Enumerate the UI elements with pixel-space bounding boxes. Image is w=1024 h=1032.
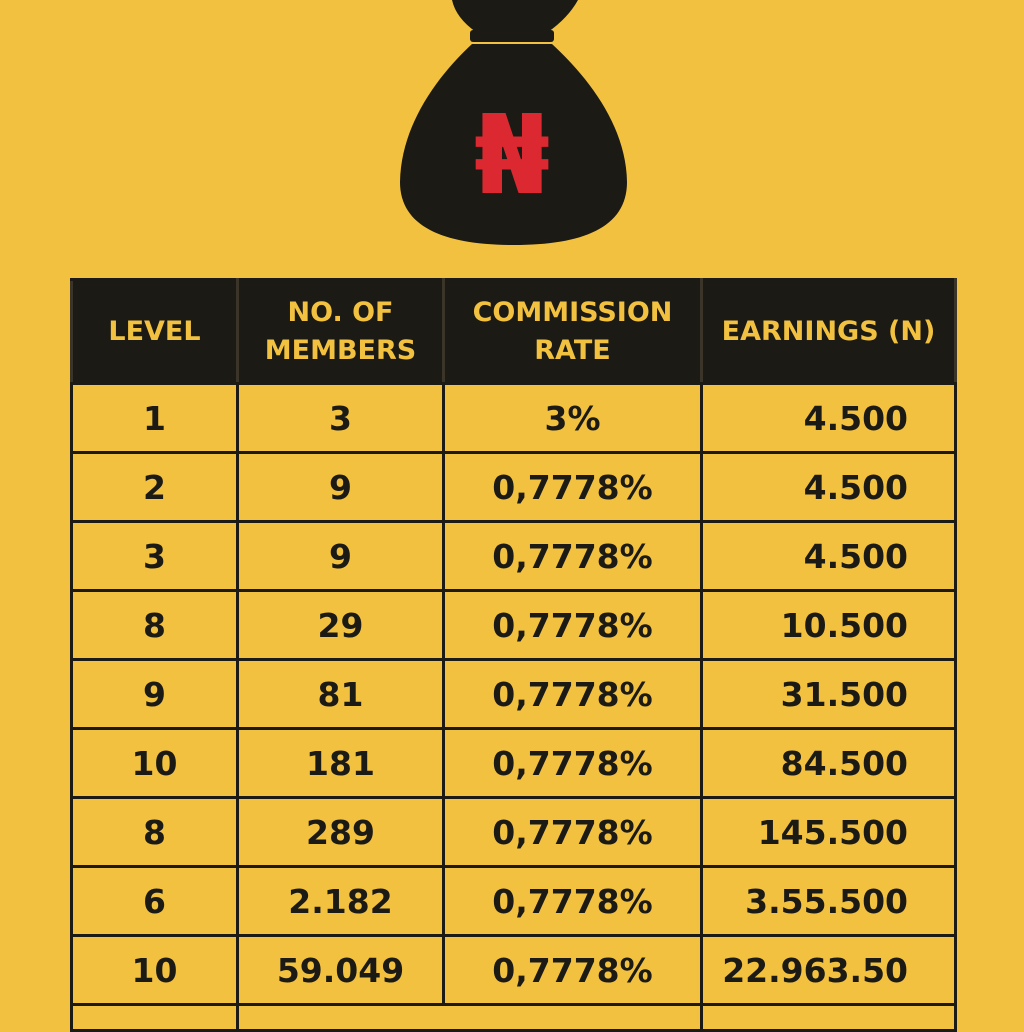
table-row: 2 9 0,7778% 4.500 bbox=[70, 451, 957, 523]
cell-earnings: 84.500 bbox=[700, 727, 957, 799]
header-level-line: LEVEL bbox=[108, 315, 201, 347]
cell-members: 59.049 bbox=[236, 934, 445, 1006]
cell-level: 1 bbox=[70, 382, 239, 454]
table-row-cutoff bbox=[70, 1003, 957, 1031]
table-row: 10 59.049 0,7778% 22.963.50 bbox=[70, 934, 957, 1006]
cell-commission-rate: 3% bbox=[442, 382, 703, 454]
cell-level: 3 bbox=[70, 520, 239, 592]
cell-earnings: 4.500 bbox=[700, 382, 957, 454]
cell-earnings: 4.500 bbox=[700, 520, 957, 592]
cell-level: 8 bbox=[70, 796, 239, 868]
cell-members: 181 bbox=[236, 727, 445, 799]
header-commission-rate-line: RATE bbox=[534, 334, 611, 366]
cell-commission-rate: 0,7778% bbox=[442, 520, 703, 592]
cell-level: 10 bbox=[70, 727, 239, 799]
cell-earnings: 22.963.50 bbox=[700, 934, 957, 1006]
cell-commission-rate: 0,7778% bbox=[442, 727, 703, 799]
cell-members: 289 bbox=[236, 796, 445, 868]
header-commission-rate-line: COMMISSION bbox=[472, 297, 673, 329]
cell-earnings: 3.55.500 bbox=[700, 865, 957, 937]
cell-level: 8 bbox=[70, 589, 239, 661]
cell-level: 6 bbox=[70, 865, 239, 937]
header-members: NO. OF MEMBERS bbox=[236, 278, 445, 385]
cell-members: 29 bbox=[236, 589, 445, 661]
naira-symbol: ₦ bbox=[474, 91, 551, 219]
cell-commission-rate: 0,7778% bbox=[442, 934, 703, 1006]
table-header-row: LEVEL NO. OF MEMBERS COMMISSION RATE EARNINGS… bbox=[70, 278, 957, 385]
empty-cell bbox=[70, 1003, 239, 1031]
header-members-line: NO. OF bbox=[287, 297, 394, 329]
cell-members: 9 bbox=[236, 520, 445, 592]
table-row: 9 81 0,7778% 31.500 bbox=[70, 658, 957, 730]
cell-members: 9 bbox=[236, 451, 445, 523]
cell-members: 81 bbox=[236, 658, 445, 730]
cell-level: 2 bbox=[70, 451, 239, 523]
empty-cell bbox=[237, 1003, 444, 1031]
cell-members: 3 bbox=[236, 382, 445, 454]
header-earnings: EARNINGS (N) bbox=[700, 278, 957, 385]
bag-neck bbox=[470, 30, 554, 42]
cell-level: 10 bbox=[70, 934, 239, 1006]
bag-knot bbox=[452, 0, 578, 32]
table-row: 6 2.182 0,7778% 3.55.500 bbox=[70, 865, 957, 937]
header-members-line: MEMBERS bbox=[264, 334, 417, 366]
cell-earnings: 145.500 bbox=[700, 796, 957, 868]
header-earnings-line: EARNINGS (N) bbox=[721, 315, 936, 347]
table-body: 1 3 3% 4.500 2 9 0,7778% 4.500 3 9 0,7778% 4.500 8 29… bbox=[70, 382, 957, 1031]
cell-commission-rate: 0,7778% bbox=[442, 589, 703, 661]
cell-commission-rate: 0,7778% bbox=[442, 451, 703, 523]
table-row: 1 3 3% 4.500 bbox=[70, 382, 957, 454]
cell-level: 9 bbox=[70, 658, 239, 730]
cell-commission-rate: 0,7778% bbox=[442, 796, 703, 868]
table-row: 8 29 0,7778% 10.500 bbox=[70, 589, 957, 661]
empty-cell bbox=[443, 1003, 702, 1031]
cell-earnings: 10.500 bbox=[700, 589, 957, 661]
table-row: 3 9 0,7778% 4.500 bbox=[70, 520, 957, 592]
table-row: 8 289 0,7778% 145.500 bbox=[70, 796, 957, 868]
empty-cell bbox=[700, 1003, 957, 1031]
table-row: 10 181 0,7778% 84.500 bbox=[70, 727, 957, 799]
naira-money-bag-icon: ₦ bbox=[400, 0, 627, 245]
header-commission-rate: COMMISSION RATE bbox=[442, 278, 703, 385]
cell-members: 2.182 bbox=[236, 865, 445, 937]
cell-commission-rate: 0,7778% bbox=[442, 865, 703, 937]
cell-earnings: 31.500 bbox=[700, 658, 957, 730]
cell-earnings: 4.500 bbox=[700, 451, 957, 523]
commission-table: LEVEL NO. OF MEMBERS COMMISSION RATE EARNINGS… bbox=[70, 278, 957, 1032]
header-level: LEVEL bbox=[70, 278, 239, 385]
cell-commission-rate: 0,7778% bbox=[442, 658, 703, 730]
